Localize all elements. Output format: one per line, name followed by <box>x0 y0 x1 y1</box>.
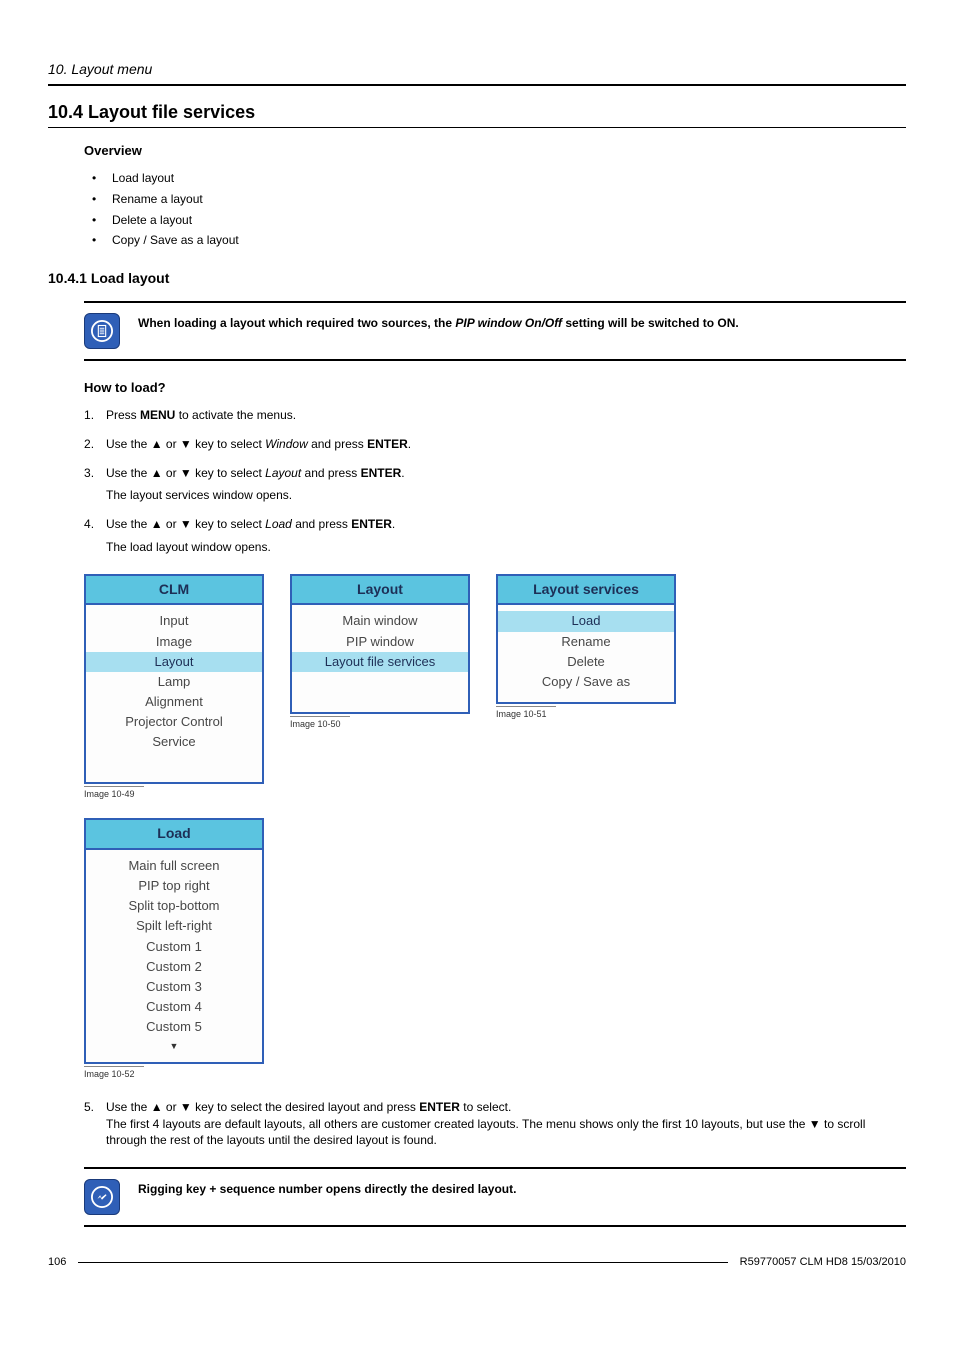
menu-item: Custom 3 <box>86 977 262 997</box>
step-item: Use the ▲ or ▼ key to select Window and … <box>84 436 906 453</box>
menu-item: Alignment <box>86 692 262 712</box>
menu-item: Rename <box>498 632 674 652</box>
page-number: 106 <box>48 1255 66 1270</box>
footer-rule <box>78 1262 727 1263</box>
menu-item: Main window <box>292 611 468 631</box>
step-item: Press MENU to activate the menus. <box>84 407 906 424</box>
menu-item: Copy / Save as <box>498 672 674 692</box>
image-caption: Image 10-49 <box>84 786 144 801</box>
list-item: Delete a layout <box>84 212 906 229</box>
breadcrumb: 10. Layout menu <box>48 60 906 80</box>
menu-item-selected: Load <box>498 611 674 631</box>
menu-item: PIP top right <box>86 876 262 896</box>
menu-item: Spilt left-right <box>86 916 262 936</box>
menu-title: Load <box>86 820 262 850</box>
menu-item: Image <box>86 632 262 652</box>
step-item: 5. Use the ▲ or ▼ key to select the desi… <box>84 1099 906 1149</box>
menu-item: Custom 5 <box>86 1017 262 1037</box>
tip-icon <box>84 1179 120 1215</box>
menu-title: Layout services <box>498 576 674 606</box>
tip-text: Rigging key + sequence number opens dire… <box>138 1179 516 1198</box>
section-heading: 10.4 Layout file services <box>48 100 906 125</box>
subsection-heading: 10.4.1 Load layout <box>48 269 906 289</box>
image-caption: Image 10-51 <box>496 706 556 721</box>
steps-list-continue: 5. Use the ▲ or ▼ key to select the desi… <box>84 1099 906 1149</box>
menu-screenshots-row-2: Load Main full screen PIP top right Spli… <box>84 818 906 1080</box>
menu-item: Main full screen <box>86 856 262 876</box>
menu-layout-services: Layout services Load Rename Delete Copy … <box>496 574 676 704</box>
doc-id: R59770057 CLM HD8 15/03/2010 <box>740 1255 906 1270</box>
header-rule <box>48 84 906 86</box>
overview-heading: Overview <box>84 142 906 160</box>
note-text: When loading a layout which required two… <box>138 313 739 332</box>
menu-screenshots-row: CLM Input Image Layout Lamp Alignment Pr… <box>84 574 906 801</box>
menu-item: Projector Control <box>86 712 262 732</box>
menu-item: Input <box>86 611 262 631</box>
steps-list: Press MENU to activate the menus. Use th… <box>84 407 906 556</box>
menu-item: Lamp <box>86 672 262 692</box>
step-item: Use the ▲ or ▼ key to select Layout and … <box>84 465 906 505</box>
menu-title: CLM <box>86 576 262 606</box>
menu-clm: CLM Input Image Layout Lamp Alignment Pr… <box>84 574 264 784</box>
list-item: Load layout <box>84 170 906 187</box>
menu-item: Service <box>86 732 262 752</box>
menu-layout: Layout Main window PIP window Layout fil… <box>290 574 470 714</box>
menu-item: PIP window <box>292 632 468 652</box>
list-item: Copy / Save as a layout <box>84 232 906 249</box>
step-number: 5. <box>84 1099 94 1116</box>
step-sub: The layout services window opens. <box>106 487 906 504</box>
menu-item-selected: Layout <box>86 652 262 672</box>
menu-item-selected: Layout file services <box>292 652 468 672</box>
menu-item: Custom 4 <box>86 997 262 1017</box>
note-block: When loading a layout which required two… <box>84 301 906 361</box>
menu-item: Split top-bottom <box>86 896 262 916</box>
image-caption: Image 10-50 <box>290 716 350 731</box>
menu-title: Layout <box>292 576 468 606</box>
howto-heading: How to load? <box>84 379 906 397</box>
overview-list: Load layout Rename a layout Delete a lay… <box>84 170 906 249</box>
step-item: Use the ▲ or ▼ key to select Load and pr… <box>84 516 906 556</box>
page-footer: 106 R59770057 CLM HD8 15/03/2010 <box>48 1255 906 1270</box>
section-underline <box>48 127 906 128</box>
note-icon <box>84 313 120 349</box>
list-item: Rename a layout <box>84 191 906 208</box>
menu-item: Delete <box>498 652 674 672</box>
tip-block: Rigging key + sequence number opens dire… <box>84 1167 906 1227</box>
step-sub: The first 4 layouts are default layouts,… <box>106 1116 906 1150</box>
step-sub: The load layout window opens. <box>106 539 906 556</box>
menu-item: Custom 1 <box>86 937 262 957</box>
image-caption: Image 10-52 <box>84 1066 144 1081</box>
scroll-down-indicator: ▼ <box>86 1038 262 1053</box>
menu-item: Custom 2 <box>86 957 262 977</box>
menu-load: Load Main full screen PIP top right Spli… <box>84 818 264 1064</box>
